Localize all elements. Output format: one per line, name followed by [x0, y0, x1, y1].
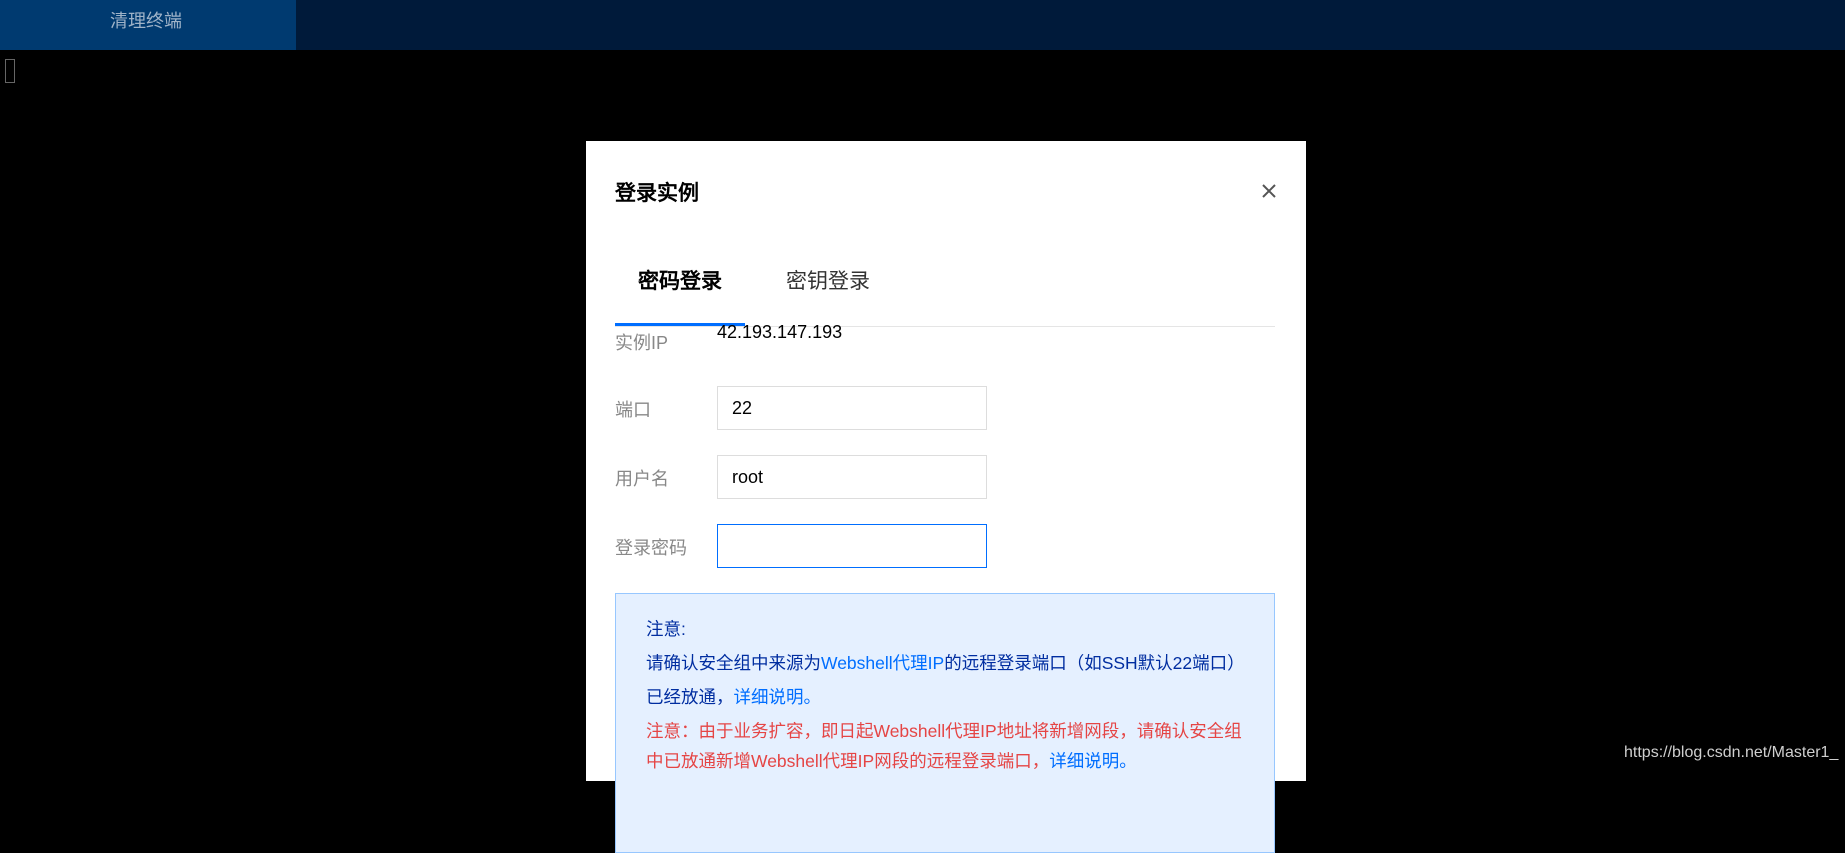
detail-link-2[interactable]: 详细说明。: [1049, 751, 1137, 771]
username-label: 用户名: [615, 469, 669, 489]
detail-link-1[interactable]: 详细说明。: [734, 687, 822, 707]
username-input[interactable]: [717, 455, 987, 499]
instance-ip-label: 实例IP: [615, 333, 669, 353]
port-label: 端口: [615, 400, 651, 420]
port-input[interactable]: [717, 386, 987, 430]
notice-warning-text: 注意：由于业务扩容，即日起Webshell代理IP地址将新增网段，请确认安全组中…: [646, 721, 1242, 771]
clear-terminal-button[interactable]: 清理终端: [0, 0, 296, 50]
terminal-cursor: [5, 59, 15, 83]
notice-box: 注意: 请确认安全组中来源为Webshell代理IP的远程登录端口（如SSH默认…: [615, 593, 1275, 853]
notice-heading: 注意:: [646, 619, 686, 639]
notice-warning: 注意：由于业务扩容，即日起Webshell代理IP地址将新增网段，请确认安全组中…: [646, 716, 1244, 776]
top-bar: 清理终端: [0, 0, 1845, 50]
instance-ip-value: 42.193.147.193: [717, 322, 843, 342]
login-instance-dialog: 登录实例 密码登录 密钥登录 实例IP 42.193.147.193 端口 用户…: [586, 141, 1306, 853]
webshell-proxy-ip-link[interactable]: Webshell代理IP: [821, 653, 944, 673]
login-method-tabs: 密码登录 密钥登录: [615, 237, 1275, 327]
dialog-title: 登录实例: [615, 182, 699, 205]
tab-password-login[interactable]: 密码登录: [615, 237, 745, 327]
tabs-divider: [615, 326, 1275, 327]
notice-line-1: 请确认安全组中来源为Webshell代理IP的远程登录端口（如SSH默认22端口…: [646, 646, 1244, 714]
close-icon[interactable]: [1258, 180, 1280, 202]
notice-line-1-prefix: 请确认安全组中来源为: [646, 653, 821, 673]
watermark: https://blog.csdn.net/Master1_: [1624, 744, 1839, 761]
password-label: 登录密码: [615, 538, 687, 558]
password-input[interactable]: [717, 524, 987, 568]
tab-key-login[interactable]: 密钥登录: [763, 237, 893, 327]
